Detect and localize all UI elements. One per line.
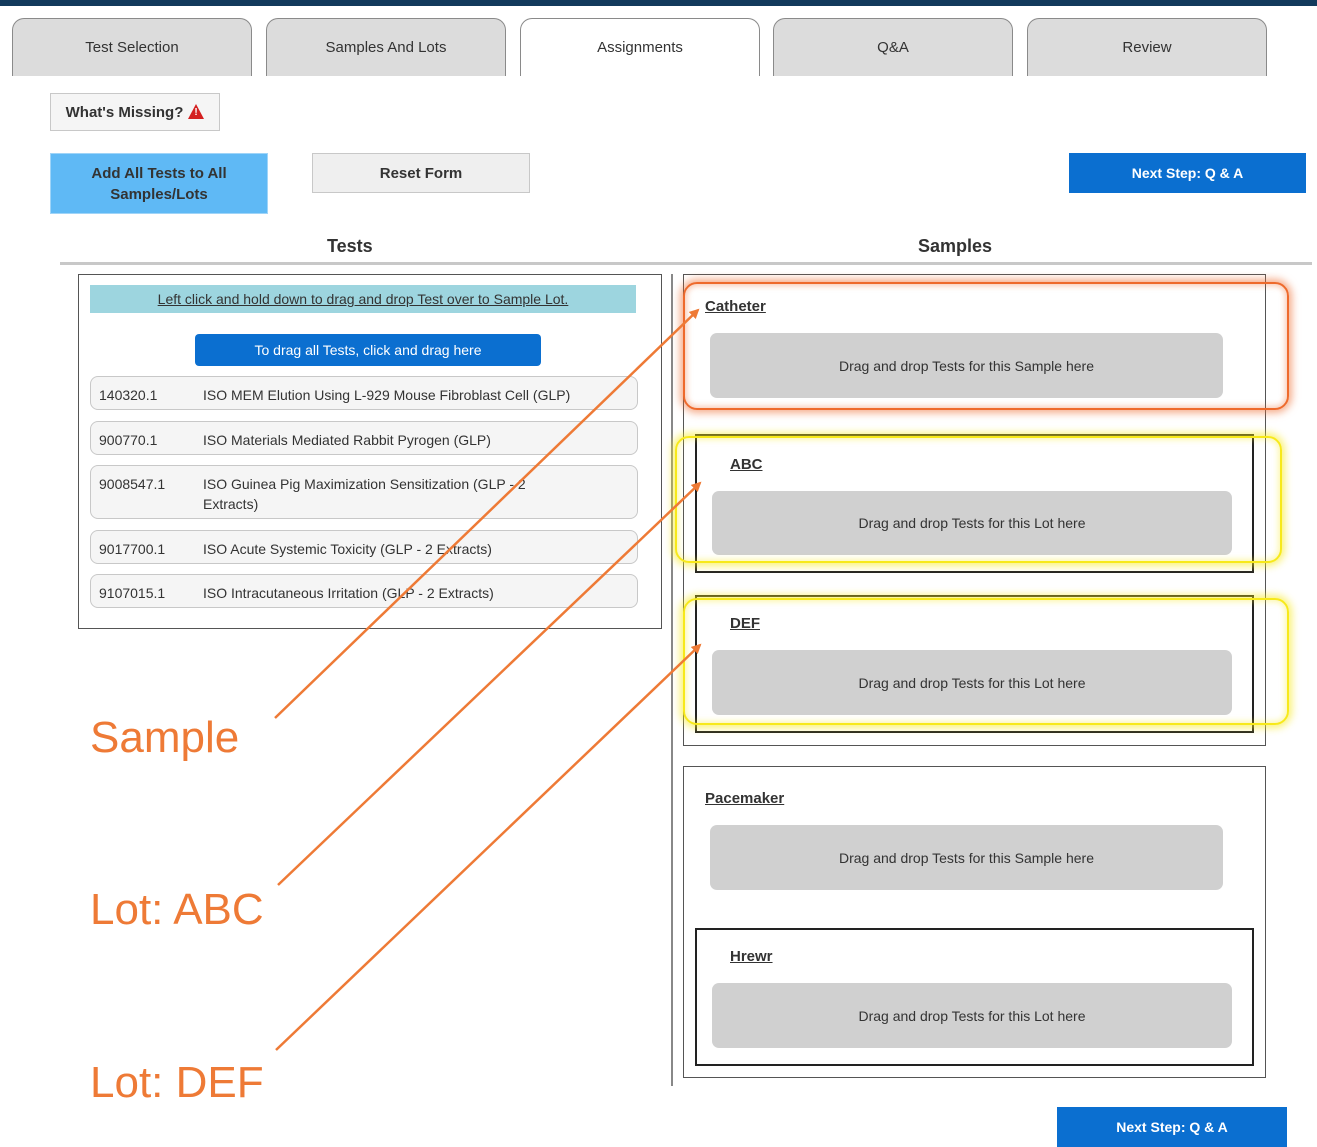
test-code: 140320.1 — [99, 387, 158, 403]
tab-test-selection[interactable]: Test Selection — [12, 18, 252, 76]
lot-drop-zone[interactable]: Drag and drop Tests for this Lot here — [712, 983, 1232, 1048]
test-name: ISO Acute Systemic Toxicity (GLP - 2 Ext… — [203, 541, 492, 557]
test-name: ISO Materials Mediated Rabbit Pyrogen (G… — [203, 432, 491, 448]
annotation-sample: Sample — [90, 713, 240, 762]
warning-icon: ! — [188, 103, 205, 119]
test-code: 9017700.1 — [99, 541, 166, 557]
samples-column-title: Samples — [918, 236, 993, 256]
test-row[interactable]: 9017700.1 ISO Acute Systemic Toxicity (G… — [90, 530, 638, 564]
drag-all-tests-handle[interactable]: To drag all Tests, click and drag here — [195, 334, 541, 366]
reset-form-button[interactable]: Reset Form — [312, 153, 530, 193]
tests-column-title: Tests — [327, 236, 373, 256]
next-step-bottom-button[interactable]: Next Step: Q & A — [1057, 1107, 1287, 1147]
sample-drop-zone[interactable]: Drag and drop Tests for this Sample here — [710, 825, 1223, 890]
lot-title: Hrewr — [730, 948, 773, 965]
lot-def-highlight — [683, 598, 1289, 725]
annotation-lot-abc: Lot: ABC — [90, 885, 264, 934]
samples-column-border — [671, 274, 673, 1086]
test-name: ISO Intracutaneous Irritation (GLP - 2 E… — [203, 585, 494, 601]
test-row[interactable]: 140320.1 ISO MEM Elution Using L-929 Mou… — [90, 376, 638, 410]
whats-missing-button[interactable]: What's Missing? ! — [50, 93, 220, 131]
arrow-lot-def — [275, 643, 702, 1051]
tab-assignments[interactable]: Assignments — [520, 18, 760, 76]
test-row[interactable]: 9008547.1 ISO Guinea Pig Maximization Se… — [90, 465, 638, 519]
next-step-button[interactable]: Next Step: Q & A — [1069, 153, 1306, 193]
lot-abc-highlight — [675, 436, 1282, 563]
sample-title: Pacemaker — [705, 790, 785, 807]
test-row[interactable]: 900770.1 ISO Materials Mediated Rabbit P… — [90, 421, 638, 455]
test-code: 9008547.1 — [99, 476, 166, 492]
add-all-tests-button[interactable]: Add All Tests to All Samples/Lots — [50, 153, 268, 214]
test-code: 9107015.1 — [99, 585, 166, 601]
test-code: 900770.1 — [99, 432, 158, 448]
drag-instruction: Left click and hold down to drag and dro… — [90, 285, 636, 313]
annotation-lot-def: Lot: DEF — [90, 1058, 264, 1107]
test-name: ISO MEM Elution Using L-929 Mouse Fibrob… — [203, 387, 571, 403]
sample-highlight — [683, 282, 1289, 410]
test-row[interactable]: 9107015.1 ISO Intracutaneous Irritation … — [90, 574, 638, 608]
tests-panel: Left click and hold down to drag and dro… — [78, 274, 662, 629]
test-name: ISO Guinea Pig Maximization Sensitizatio… — [203, 476, 526, 512]
top-bar — [0, 0, 1317, 6]
tab-review[interactable]: Review — [1027, 18, 1267, 76]
whats-missing-label: What's Missing? — [65, 103, 184, 121]
divider — [60, 262, 1312, 265]
tab-qa[interactable]: Q&A — [773, 18, 1013, 76]
tab-samples-and-lots[interactable]: Samples And Lots — [266, 18, 506, 76]
